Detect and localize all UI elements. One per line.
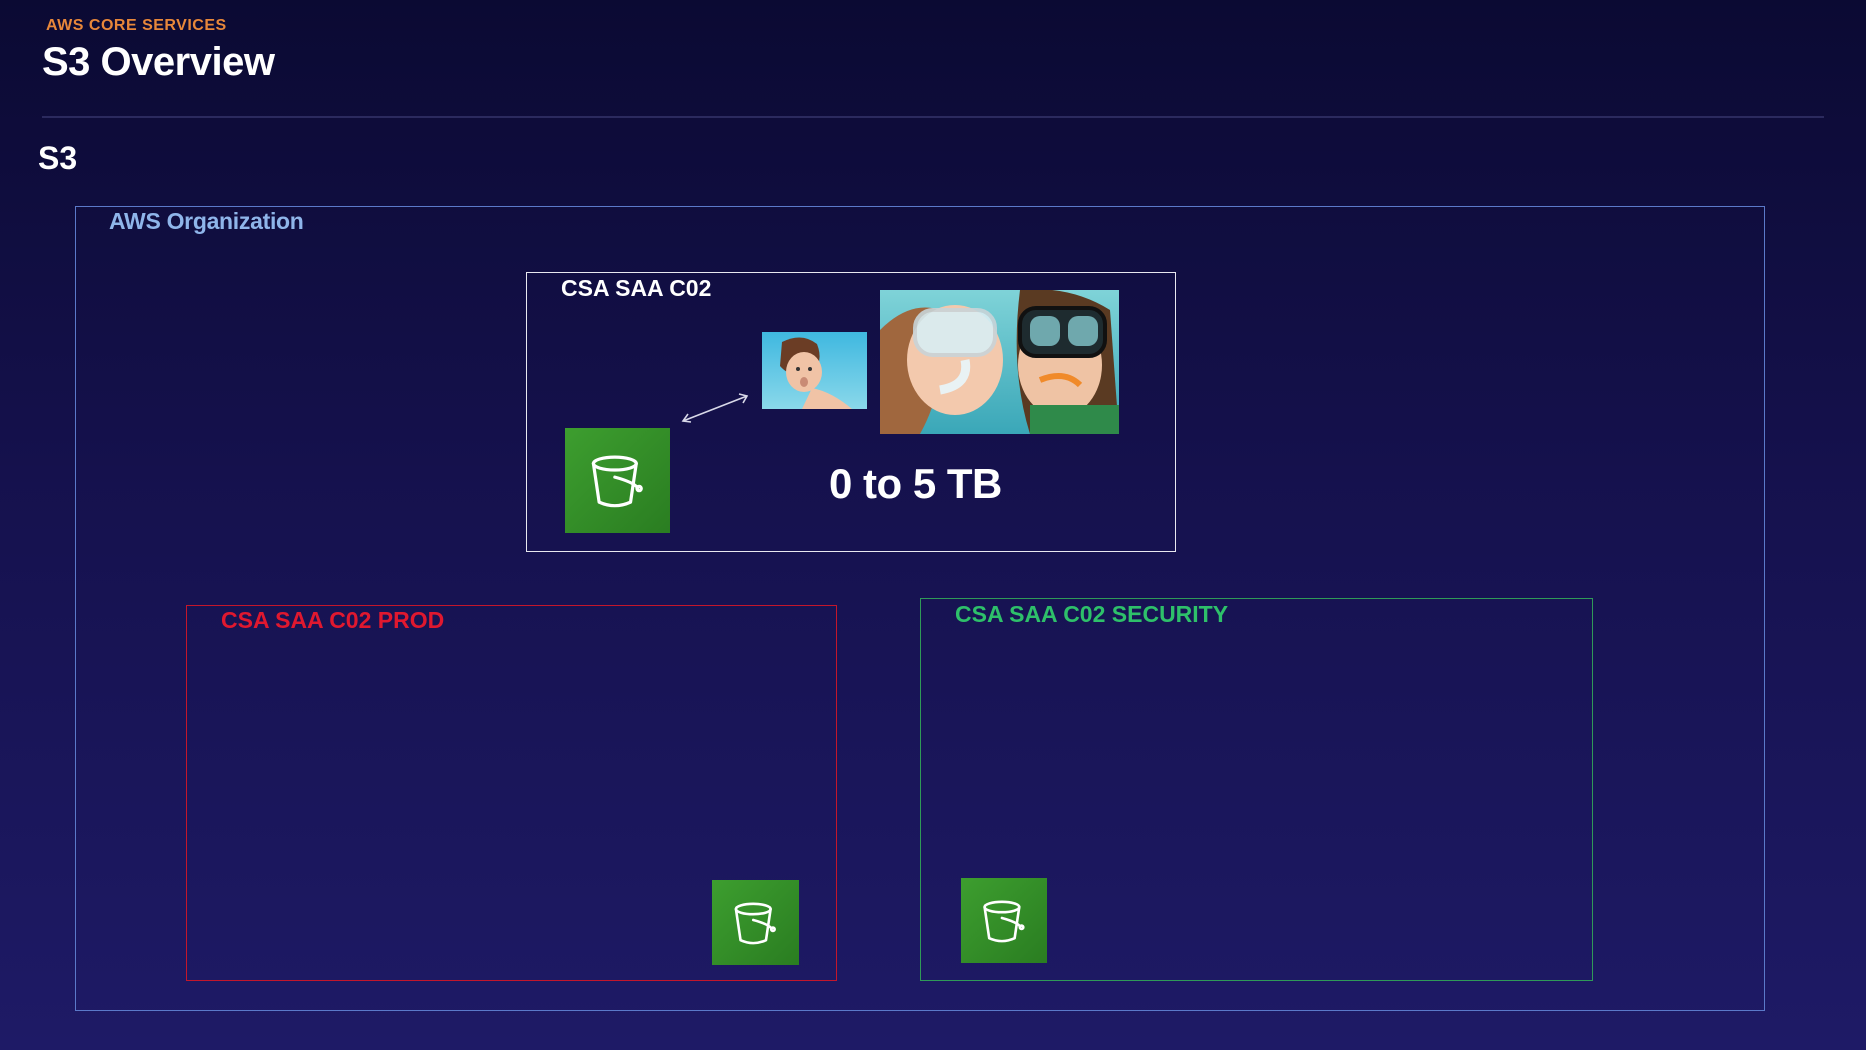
object-photo-small (762, 332, 867, 409)
section-heading: S3 (38, 140, 78, 176)
slide-title: S3 Overview (42, 40, 275, 84)
aws-organization-label: AWS Organization (109, 208, 304, 234)
s3-bucket-icon (961, 878, 1047, 963)
s3-bucket-icon (712, 880, 799, 965)
account-main-label: CSA SAA C02 (561, 275, 712, 301)
object-size-text: 0 to 5 TB (829, 460, 1002, 507)
s3-bucket-icon (565, 428, 670, 533)
account-prod-label: CSA SAA C02 PROD (221, 607, 445, 633)
title-divider (42, 116, 1824, 118)
object-photo-large (880, 290, 1119, 434)
slide-kicker: AWS CORE SERVICES (46, 17, 227, 34)
account-security-label: CSA SAA C02 SECURITY (955, 601, 1229, 627)
double-arrow-icon (681, 393, 749, 423)
